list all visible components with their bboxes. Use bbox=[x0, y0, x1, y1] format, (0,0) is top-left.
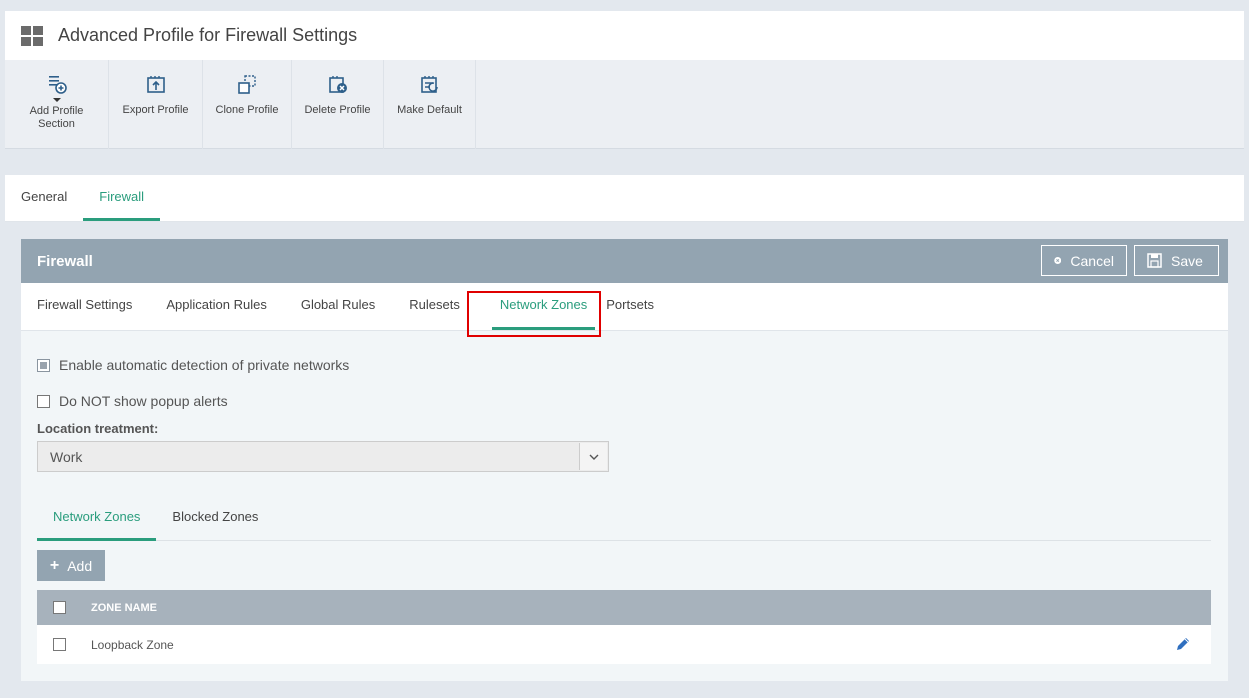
firewall-panel: Firewall Cancel Save Firewall Settings A… bbox=[21, 239, 1228, 681]
windows-logo-icon bbox=[21, 25, 43, 46]
clone-profile-button[interactable]: Clone Profile bbox=[203, 60, 292, 149]
tab-zone-network-zones[interactable]: Network Zones bbox=[37, 503, 157, 541]
save-icon bbox=[1147, 253, 1162, 268]
tab-firewall[interactable]: Firewall bbox=[83, 175, 161, 221]
toolbar-label: Delete Profile bbox=[304, 104, 371, 116]
location-treatment-select[interactable]: Work bbox=[37, 441, 609, 472]
panel-header: Firewall Cancel Save bbox=[21, 239, 1228, 283]
tab-general[interactable]: General bbox=[5, 175, 83, 221]
chevron-down-icon bbox=[579, 443, 607, 470]
pencil-icon[interactable] bbox=[1175, 636, 1191, 652]
firewall-subtabs: Firewall Settings Application Rules Glob… bbox=[21, 283, 1228, 337]
page-title: Advanced Profile for Firewall Settings bbox=[58, 25, 358, 45]
save-label: Save bbox=[1171, 252, 1203, 269]
make-default-button[interactable]: Make Default bbox=[384, 60, 476, 149]
auto-detect-checkbox[interactable] bbox=[37, 358, 50, 372]
delete-icon bbox=[328, 76, 347, 93]
zone-tabs: Network Zones Blocked Zones bbox=[37, 503, 1211, 541]
add-section-icon bbox=[48, 76, 67, 94]
zones-table: ZONE NAME Loopback Zone bbox=[37, 590, 1211, 664]
make-default-icon bbox=[420, 76, 438, 93]
toolbar-label: Export Profile bbox=[122, 104, 189, 116]
clone-icon bbox=[238, 75, 256, 94]
row-checkbox[interactable] bbox=[53, 638, 66, 651]
tab-portsets[interactable]: Portsets bbox=[602, 283, 671, 330]
page-header: Advanced Profile for Firewall Settings bbox=[5, 11, 1244, 60]
tab-application-rules[interactable]: Application Rules bbox=[149, 283, 283, 330]
export-icon bbox=[146, 76, 165, 93]
no-popup-checkbox[interactable] bbox=[37, 394, 50, 408]
cancel-icon bbox=[1054, 257, 1062, 264]
tab-blocked-zones[interactable]: Blocked Zones bbox=[156, 503, 274, 541]
select-all-checkbox[interactable] bbox=[53, 601, 66, 614]
column-header-zone-name: ZONE NAME bbox=[91, 601, 157, 614]
table-header: ZONE NAME bbox=[37, 590, 1211, 625]
cancel-button[interactable]: Cancel bbox=[1041, 245, 1127, 276]
auto-detect-label: Enable automatic detection of private ne… bbox=[59, 357, 350, 373]
table-row: Loopback Zone bbox=[37, 625, 1211, 664]
tab-firewall-settings[interactable]: Firewall Settings bbox=[21, 283, 149, 330]
toolbar: Add Profile Section Export Profile Clone… bbox=[5, 60, 1244, 149]
tab-rulesets[interactable]: Rulesets bbox=[392, 283, 477, 330]
add-zone-button[interactable]: + Add bbox=[37, 550, 105, 581]
zone-name-cell: Loopback Zone bbox=[91, 637, 174, 652]
panel-title: Firewall bbox=[37, 252, 93, 270]
save-button[interactable]: Save bbox=[1134, 245, 1219, 276]
tab-network-zones[interactable]: Network Zones bbox=[491, 283, 596, 330]
add-profile-section-button[interactable]: Add Profile Section bbox=[5, 60, 109, 149]
cancel-label: Cancel bbox=[1070, 252, 1114, 269]
no-popup-option: Do NOT show popup alerts bbox=[37, 393, 228, 409]
toolbar-label: Add Profile Section bbox=[29, 105, 84, 130]
dropdown-caret-icon bbox=[52, 98, 61, 102]
export-profile-button[interactable]: Export Profile bbox=[109, 60, 203, 149]
location-treatment-label: Location treatment: bbox=[37, 421, 159, 436]
location-treatment-value: Work bbox=[50, 448, 83, 465]
auto-detect-option: Enable automatic detection of private ne… bbox=[37, 357, 349, 373]
toolbar-label: Clone Profile bbox=[215, 104, 279, 116]
toolbar-label: Make Default bbox=[397, 104, 462, 116]
no-popup-label: Do NOT show popup alerts bbox=[59, 393, 228, 409]
profile-tabs: General Firewall bbox=[5, 175, 1244, 222]
plus-icon: + bbox=[49, 556, 60, 574]
delete-profile-button[interactable]: Delete Profile bbox=[292, 60, 384, 149]
tab-global-rules[interactable]: Global Rules bbox=[284, 283, 392, 330]
add-label: Add bbox=[67, 557, 93, 574]
